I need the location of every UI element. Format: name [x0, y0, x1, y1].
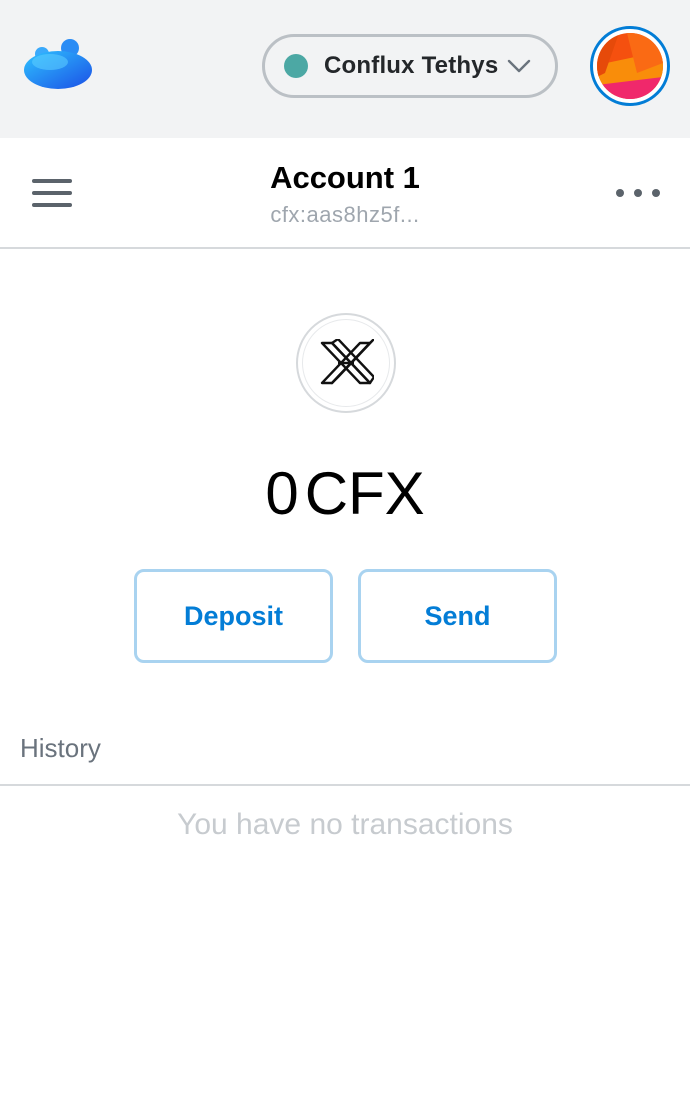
network-name: Conflux Tethys — [324, 52, 499, 79]
balance-symbol: CFX — [304, 460, 425, 527]
account-identicon[interactable] — [590, 26, 670, 106]
account-name: Account 1 — [270, 160, 420, 195]
balance-display: 0 CFX — [0, 458, 690, 530]
hamburger-menu-icon[interactable] — [30, 176, 74, 210]
more-options-icon[interactable] — [612, 178, 664, 208]
app-header: Conflux Tethys — [0, 0, 690, 138]
balance-amount: 0 — [265, 460, 299, 527]
conflux-portal-logo-icon — [20, 34, 94, 94]
account-bar: Account 1 cfx:aas8hz5f... — [0, 138, 690, 249]
history-title: History — [20, 733, 101, 763]
conflux-cfx-token-icon — [296, 313, 396, 413]
send-button[interactable]: Send — [358, 569, 557, 663]
network-status-dot — [284, 54, 308, 78]
history-divider — [0, 784, 690, 786]
network-selector[interactable]: Conflux Tethys — [262, 34, 558, 98]
empty-transactions-message: You have no transactions — [177, 808, 513, 841]
deposit-button[interactable]: Deposit — [134, 569, 333, 663]
chevron-down-icon — [507, 58, 531, 74]
account-address[interactable]: cfx:aas8hz5f... — [195, 200, 495, 230]
account-selector[interactable]: Account 1 cfx:aas8hz5f... — [195, 156, 495, 230]
